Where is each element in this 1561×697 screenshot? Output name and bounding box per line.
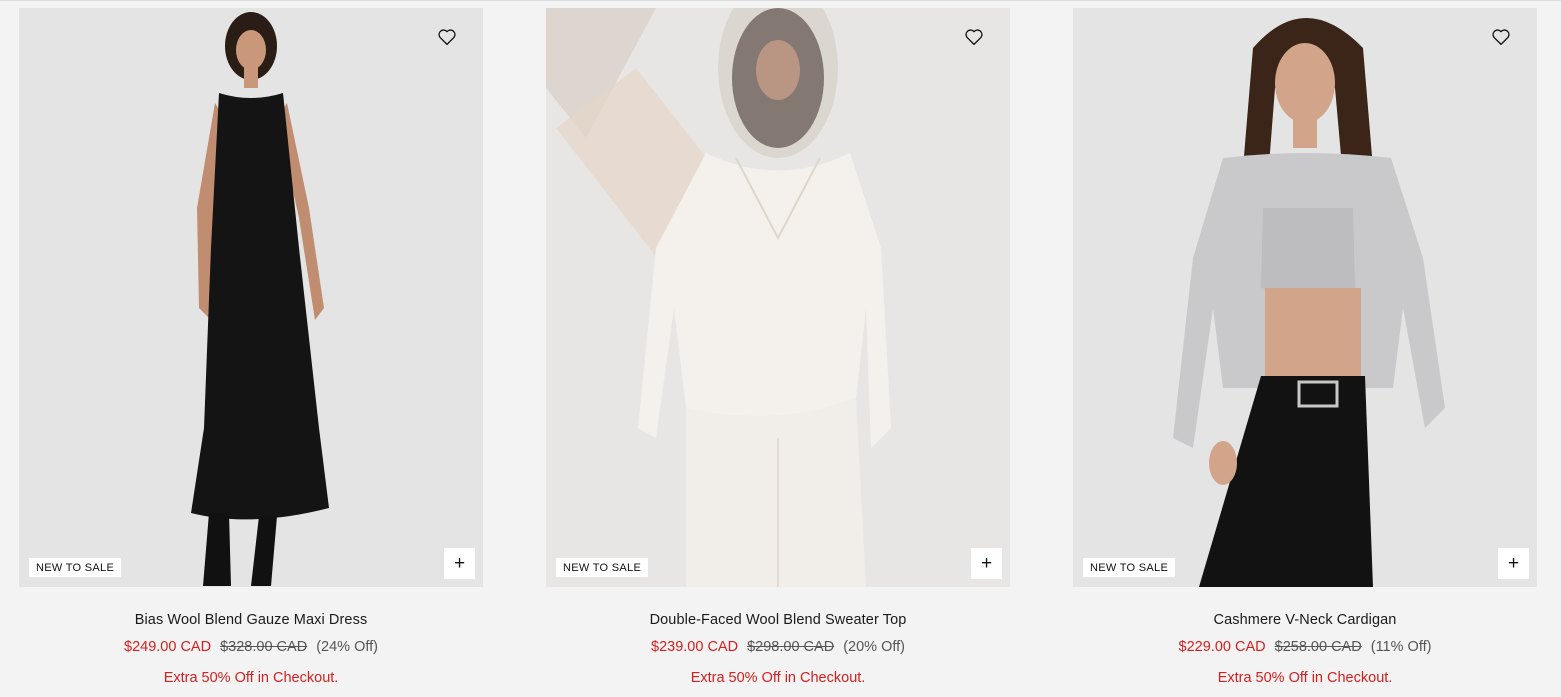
original-price: $298.00 CAD (747, 639, 835, 655)
plus-icon: + (1507, 553, 1520, 574)
discount-percent: (20% Off) (843, 639, 905, 655)
model-black-dress-photo (19, 8, 483, 587)
product-image[interactable]: NEW TO SALE + (546, 8, 1010, 587)
original-price: $328.00 CAD (220, 639, 308, 655)
sale-price: $249.00 CAD (124, 639, 212, 655)
discount-percent: (11% Off) (1370, 639, 1432, 655)
quick-add-button[interactable]: + (1498, 548, 1529, 579)
product-image[interactable]: NEW TO SALE + (1073, 8, 1537, 587)
promo-text: Extra 50% Off in Checkout. (690, 670, 866, 686)
original-price: $258.00 CAD (1274, 639, 1362, 655)
model-white-sweater-photo (546, 8, 1010, 587)
product-card[interactable]: NEW TO SALE + Double-Faced Wool Blend Sw… (546, 8, 1010, 686)
top-divider (0, 0, 1561, 1)
wishlist-button[interactable] (964, 28, 984, 46)
quick-add-button[interactable]: + (444, 548, 475, 579)
plus-icon: + (453, 553, 466, 574)
product-name[interactable]: Double-Faced Wool Blend Sweater Top (546, 612, 1010, 628)
sale-price: $229.00 CAD (1178, 639, 1266, 655)
model-grey-cardigan-photo (1073, 8, 1537, 587)
heart-outline-icon (438, 29, 456, 46)
promo-text: Extra 50% Off in Checkout. (1217, 670, 1393, 686)
status-badge: NEW TO SALE (29, 558, 122, 577)
product-name[interactable]: Cashmere V-Neck Cardigan (1073, 612, 1537, 628)
wishlist-button[interactable] (1491, 28, 1511, 46)
price-row: $229.00 CAD $258.00 CAD (11% Off) (1073, 639, 1537, 655)
product-card[interactable]: NEW TO SALE + Cashmere V-Neck Cardigan $… (1073, 8, 1537, 686)
plus-icon: + (980, 553, 993, 574)
product-grid: NEW TO SALE + Bias Wool Blend Gauze Maxi… (19, 8, 1537, 686)
quick-add-button[interactable]: + (971, 548, 1002, 579)
sale-price: $239.00 CAD (651, 639, 739, 655)
heart-outline-icon (1492, 29, 1510, 46)
wishlist-button[interactable] (437, 28, 457, 46)
promo-text: Extra 50% Off in Checkout. (163, 670, 339, 686)
status-badge: NEW TO SALE (556, 558, 649, 577)
price-row: $249.00 CAD $328.00 CAD (24% Off) (19, 639, 483, 655)
product-name[interactable]: Bias Wool Blend Gauze Maxi Dress (19, 612, 483, 628)
discount-percent: (24% Off) (316, 639, 378, 655)
product-image[interactable]: NEW TO SALE + (19, 8, 483, 587)
product-card[interactable]: NEW TO SALE + Bias Wool Blend Gauze Maxi… (19, 8, 483, 686)
price-row: $239.00 CAD $298.00 CAD (20% Off) (546, 639, 1010, 655)
status-badge: NEW TO SALE (1083, 558, 1176, 577)
heart-outline-icon (965, 29, 983, 46)
